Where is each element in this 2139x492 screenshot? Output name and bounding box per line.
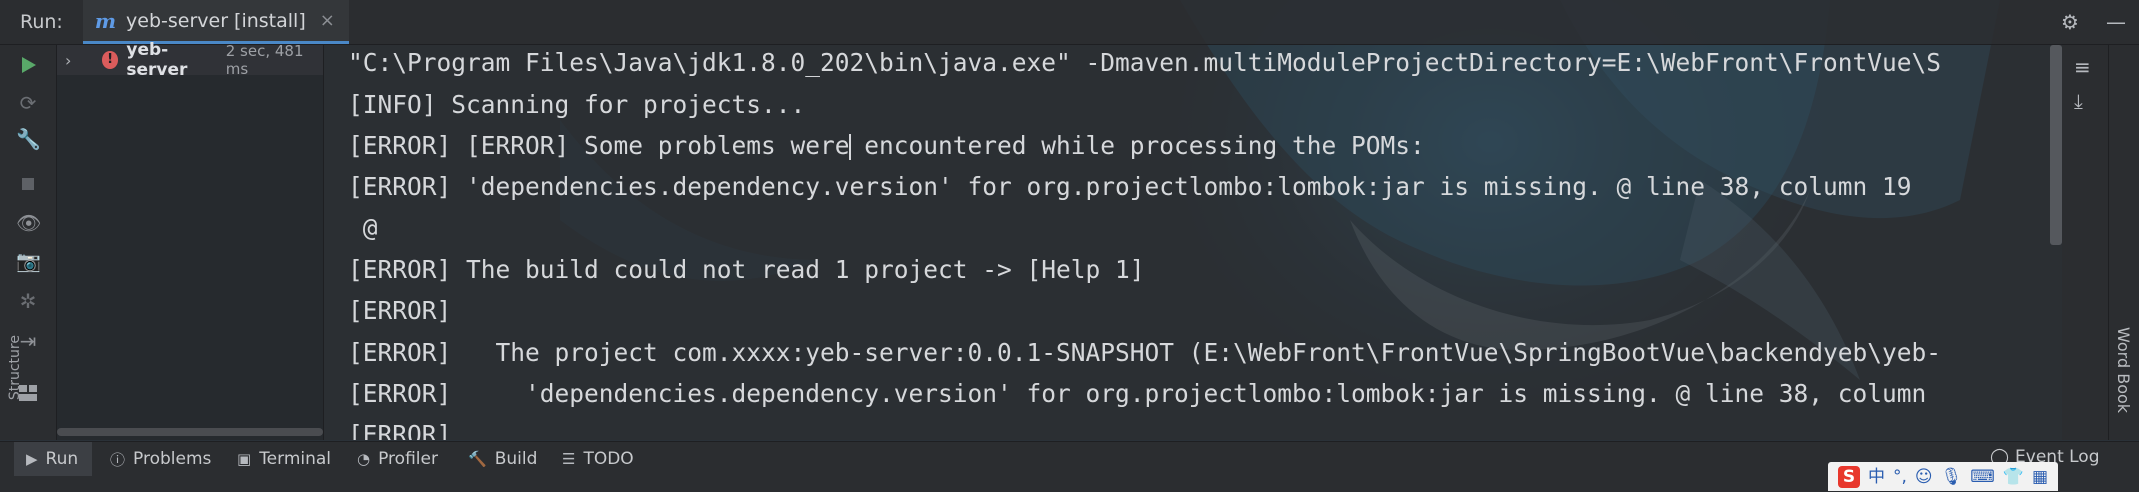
- stop-icon[interactable]: [16, 173, 40, 197]
- error-icon: !: [101, 51, 119, 69]
- console-line: [ERROR] 'dependencies.dependency.version…: [348, 379, 1927, 408]
- tab-yeb-server-install[interactable]: m yeb-server [install] ×: [82, 0, 349, 44]
- horizontal-scrollbar[interactable]: [57, 428, 323, 436]
- ime-language[interactable]: 中: [1868, 466, 1885, 488]
- tree-item-name: yeb-server: [126, 40, 188, 80]
- skin-icon[interactable]: 👕: [2003, 466, 2024, 488]
- scroll-to-end-icon[interactable]: ⤓: [2074, 89, 2083, 113]
- grid-icon[interactable]: ▦: [2032, 466, 2048, 488]
- run-toolwindow-header: Run: m yeb-server [install] × ⚙ —: [0, 0, 2139, 45]
- word-book-side-tab[interactable]: Word Book: [2108, 300, 2139, 440]
- chevron-right-icon[interactable]: ›: [65, 51, 82, 70]
- tab-terminal-label: Terminal: [259, 449, 332, 469]
- tab-todo[interactable]: ☰ TODO: [562, 442, 634, 476]
- console-line: [ERROR] The build could not read 1 proje…: [348, 255, 1145, 284]
- tab-terminal[interactable]: ▣ Terminal: [237, 442, 331, 476]
- debug-icon[interactable]: ✲: [16, 289, 40, 313]
- minimize-icon[interactable]: —: [2093, 10, 2139, 34]
- console-line: [ERROR]: [348, 296, 452, 325]
- structure-label: Structure: [7, 334, 23, 401]
- tab-problems-label: Problems: [133, 449, 212, 469]
- tab-build[interactable]: 🔨 Build: [468, 442, 537, 476]
- tree-item-time: 2 sec, 481 ms: [225, 42, 304, 78]
- tab-profiler-label: Profiler: [378, 449, 438, 469]
- console-right-toolbar: ≡ ⤓: [2062, 45, 2108, 440]
- maven-icon: m: [94, 8, 117, 33]
- word-book-label: Word Book: [2114, 326, 2133, 414]
- tab-label: yeb-server [install]: [126, 9, 306, 32]
- structure-side-tab-label[interactable]: Structure: [0, 320, 30, 415]
- console-line: "C:\Program Files\Java\jdk1.8.0_202\bin\…: [348, 48, 1942, 77]
- todo-icon: ☰: [562, 450, 576, 468]
- console-line: [INFO] Scanning for projects...: [348, 90, 806, 119]
- info-icon: ⓘ: [110, 450, 126, 469]
- tree-item-yeb-server[interactable]: › ! yeb-server 2 sec, 481 ms: [57, 40, 323, 80]
- tab-problems[interactable]: ⓘ Problems: [110, 442, 211, 476]
- profiler-icon: ◔: [357, 450, 371, 468]
- run-label: Run:: [20, 11, 63, 33]
- eye-icon[interactable]: 👁: [16, 211, 41, 235]
- emoji-icon[interactable]: ☺: [1915, 466, 1933, 488]
- camera-icon[interactable]: 📷: [16, 249, 41, 273]
- rerun-failed-icon[interactable]: ⟳: [16, 91, 40, 115]
- hammer-icon: 🔨: [468, 450, 487, 468]
- tab-build-label: Build: [494, 449, 538, 469]
- console-line: [ERROR] The project com.xxxx:yeb-server:…: [348, 338, 1942, 367]
- build-tree-panel: › ! yeb-server 2 sec, 481 ms: [57, 40, 324, 440]
- wrench-icon[interactable]: 🔧: [16, 127, 41, 151]
- tab-profiler[interactable]: ◔ Profiler: [357, 442, 438, 476]
- play-icon: ▶: [26, 450, 38, 468]
- console-line: [ERROR]: [348, 420, 452, 440]
- console-line-text: [ERROR] [ERROR] Some problems were encou…: [348, 131, 1425, 160]
- microphone-icon[interactable]: 🎙: [1941, 466, 1963, 488]
- tab-run-label: Run: [45, 449, 79, 469]
- tab-run[interactable]: ▶ Run: [14, 442, 93, 476]
- tab-todo-label: TODO: [583, 449, 634, 469]
- terminal-icon: ▣: [237, 450, 252, 468]
- console-line: [ERROR] 'dependencies.dependency.version…: [348, 172, 1912, 201]
- bottom-toolwindow-bar: ▶ Run ⓘ Problems ▣ Terminal ◔ Profiler 🔨…: [0, 441, 2139, 492]
- text-cursor: [848, 134, 851, 160]
- punctuation-icon[interactable]: °,: [1893, 466, 1907, 488]
- console-line: @: [348, 213, 378, 242]
- console-output[interactable]: "C:\Program Files\Java\jdk1.8.0_202\bin\…: [324, 45, 2062, 440]
- console-line: [ERROR] [ERROR] Some problems were encou…: [348, 131, 1425, 160]
- soft-wrap-icon[interactable]: ≡: [2074, 55, 2091, 79]
- keyboard-icon[interactable]: ⌨: [1970, 466, 1995, 488]
- vertical-scrollbar[interactable]: [2050, 45, 2062, 245]
- sogou-logo-icon[interactable]: S: [1838, 465, 1860, 488]
- gear-icon[interactable]: ⚙: [2047, 10, 2093, 34]
- close-icon[interactable]: ×: [320, 10, 335, 31]
- ime-toolbar[interactable]: S 中 °, ☺ 🎙 ⌨ 👕 ▦: [1828, 462, 2059, 491]
- rerun-icon[interactable]: [16, 55, 40, 79]
